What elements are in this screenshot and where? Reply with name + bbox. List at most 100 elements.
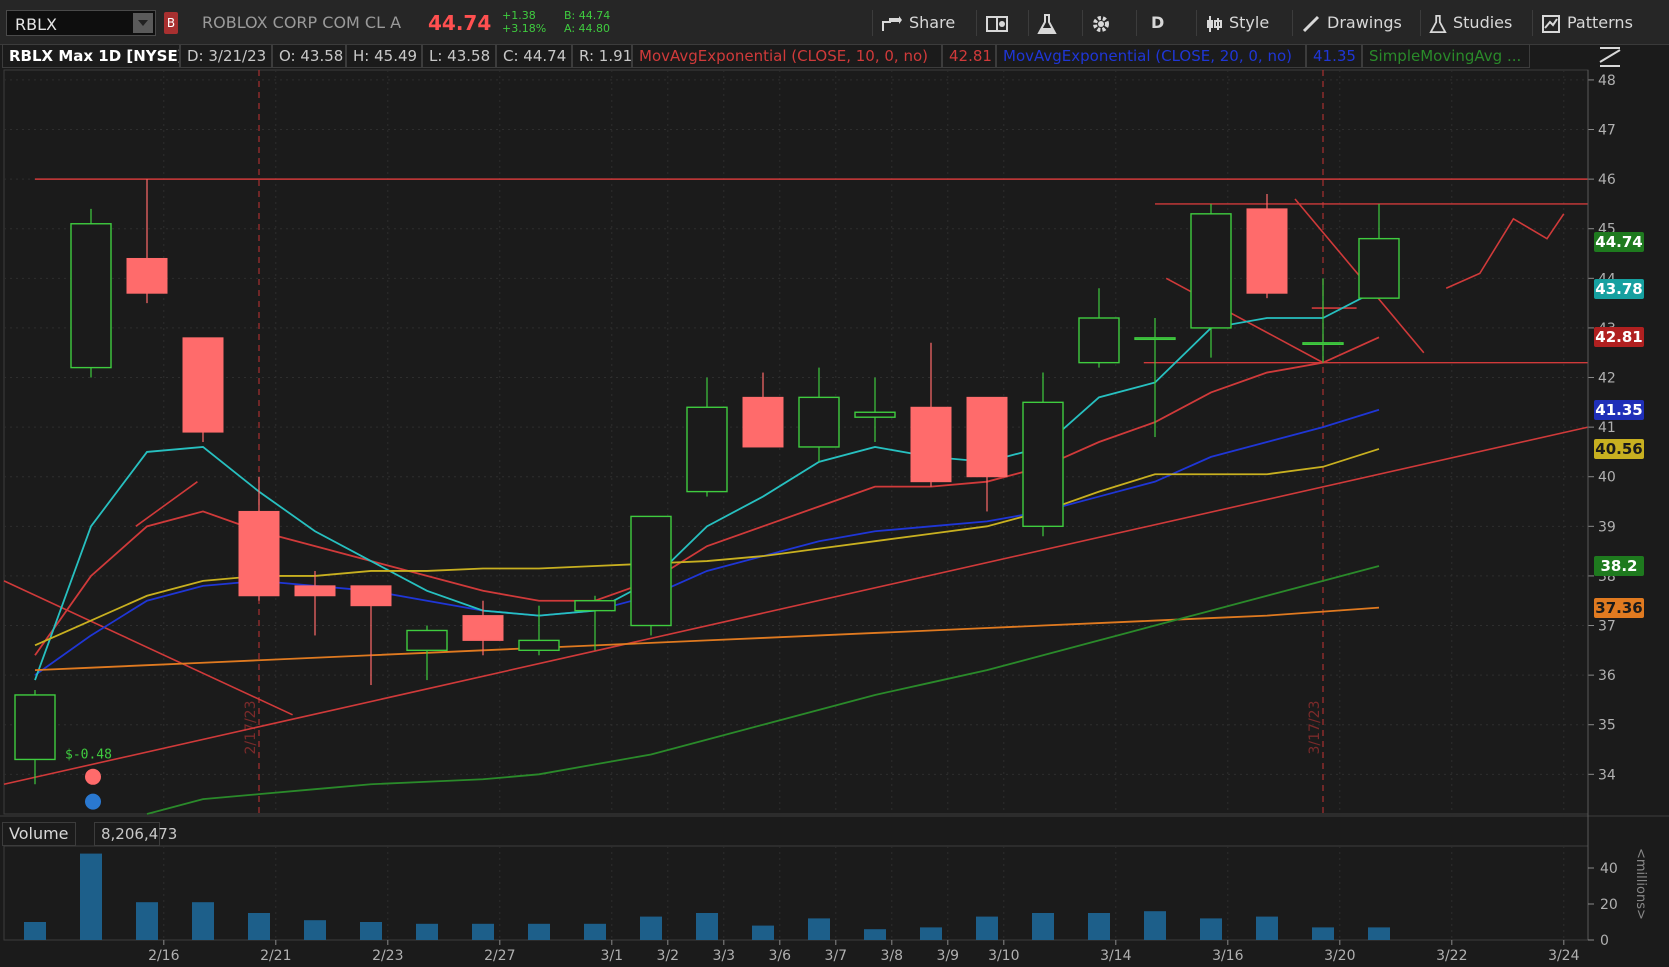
volume-bar [976,916,998,940]
price-tag: 40.56 [1594,438,1644,459]
candle-body [1246,208,1288,294]
volume-bar [80,853,102,940]
candle-body [798,396,840,448]
candle-body [462,615,504,641]
x-tick-label: 3/3 [713,948,736,964]
volume-bar [416,923,438,940]
earnings-icon [85,768,101,785]
drawings: 2/17/23 3/17/23$-0.48 [3,70,1589,814]
volume-bar [584,923,606,940]
candle-body [182,337,224,433]
candle-body [742,396,784,448]
x-tick-label: 3/2 [657,948,680,964]
candle-body [126,257,168,294]
y-tick-label: 41 [1598,420,1616,436]
volume-bar [864,929,886,940]
candle-body [966,396,1008,478]
y-tick-label: 34 [1598,767,1616,783]
volume-bar [808,918,830,940]
candle-body [686,406,728,493]
volume-bar [1088,913,1110,940]
series-sma-orange [34,606,1380,672]
y-tick-label: 47 [1598,123,1616,139]
volume-bar [752,925,774,940]
x-tick-label: 3/1 [601,948,624,964]
volume-bar [528,923,550,940]
candle-body [294,585,336,597]
volume-bar [1256,916,1278,940]
price-tag: 38.2 [1594,556,1644,576]
info-icon [85,793,101,810]
volume-bar [1368,927,1390,940]
volume-label: Volume [2,822,76,846]
candle-body [70,223,112,369]
volume-value: 8,206,473 [94,822,177,846]
uptrend-line [3,426,1589,786]
x-tick-label: 3/8 [881,948,904,964]
candle-body [238,510,280,597]
event-marker-label: 3/17/23 [1307,700,1323,754]
volume-bar [192,902,214,940]
candle-body [1078,317,1120,364]
x-tick-label: 3/22 [1436,948,1467,964]
volume-bar [248,913,270,940]
volume-bar [1200,918,1222,940]
candle-body [1190,213,1232,329]
volume-bar [1032,913,1054,940]
volume-tick-label: 40 [1600,861,1618,877]
x-tick-label: 3/9 [937,948,960,964]
volume-tick-label: 20 [1600,897,1618,913]
candle-body [630,515,672,627]
y-tick-label: 35 [1598,718,1616,734]
candle-body [1302,342,1344,345]
y-tick-label: 46 [1598,172,1616,188]
price-chart[interactable]: 2/17/23 3/17/23$-0.48 3435363738394041424… [0,0,1669,967]
x-tick-label: 3/6 [769,948,792,964]
candle-body [14,694,56,761]
price-panel-frame [3,69,1589,815]
price-tag: 42.81 [1594,327,1644,348]
x-tick-label: 3/16 [1212,948,1244,964]
volume-tick-label: 0 [1600,933,1609,949]
series-sma-green [146,565,1380,815]
y-tick-label: 37 [1598,619,1616,635]
short-trend-line [135,481,198,527]
volume-bar [1144,911,1166,940]
x-tick-label: 2/23 [372,948,403,964]
candle-body [1134,337,1176,341]
x-tick-label: 3/20 [1324,948,1355,964]
candle-body [854,411,896,418]
candle-body [1022,401,1064,528]
volume-bar [304,920,326,940]
y-tick-label: 39 [1598,519,1616,535]
y-tick-label: 40 [1598,470,1616,486]
candle-body [518,639,560,652]
x-tick-label: 3/24 [1548,948,1580,964]
volume-panel-frame [3,845,1589,941]
price-tag: 43.78 [1594,279,1644,300]
price-tag: 41.35 [1594,399,1644,420]
x-tick-label: 2/21 [260,948,291,964]
projection-path [1445,213,1565,289]
candle-body [574,600,616,612]
dividend-annotation: $-0.48 [65,747,112,762]
candle-body [1358,237,1400,299]
moving-averages [34,288,1380,815]
volume-bar [640,916,662,940]
volume-bar [920,927,942,940]
volume-bar [24,922,46,940]
candle-body [406,629,448,652]
volume-bar [696,913,718,940]
volume-unit: <millions> [1633,848,1648,920]
volume-bar [472,923,494,940]
x-tick-label: 3/14 [1100,948,1132,964]
y-tick-label: 36 [1598,668,1616,684]
price-tag: 37.36 [1594,597,1644,618]
x-tick-label: 3/10 [988,948,1019,964]
volume-bar [136,902,158,940]
y-tick-label: 48 [1598,73,1616,89]
volume-bars [24,853,1390,940]
y-tick-label: 42 [1598,371,1616,387]
candle-body [350,585,392,607]
volume-bar [1312,927,1334,940]
